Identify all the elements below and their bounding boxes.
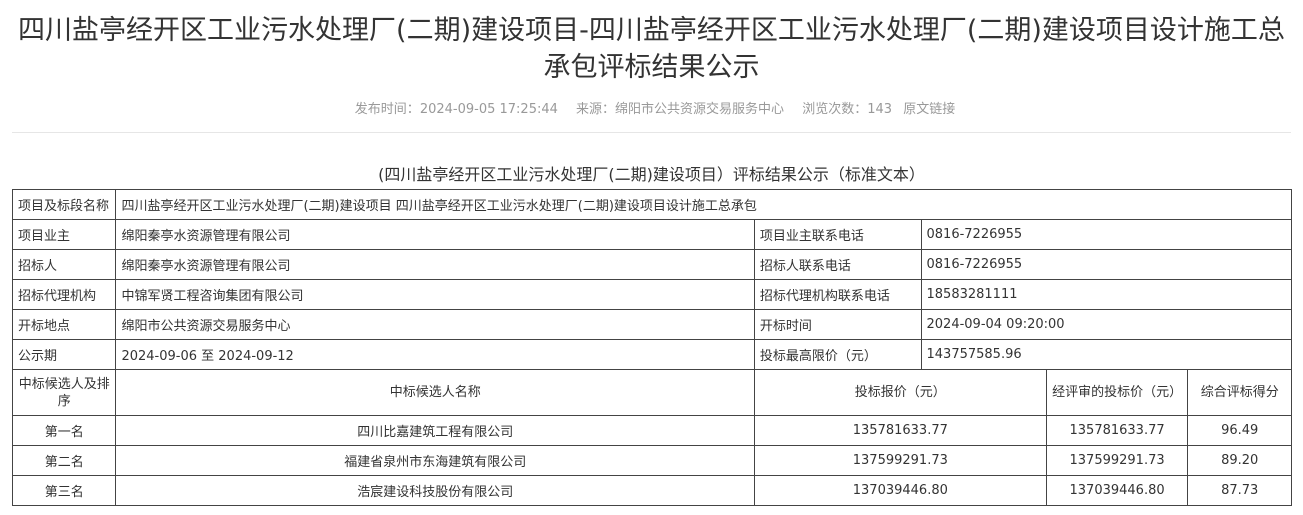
candidate-score: 89.20 [1187, 445, 1292, 476]
candidate-rank: 第一名 [11, 415, 117, 446]
header-reviewed: 经评审的投标价（元） [1045, 369, 1189, 416]
publish-time-value: 2024-09-05 17:25:44 [419, 102, 558, 117]
candidate-header-row: 中标候选人及排序 中标候选人名称 投标报价（元） 经评审的投标价（元） 综合评标得分 [11, 369, 1292, 416]
divider [12, 132, 1291, 133]
candidate-score: 96.49 [1187, 415, 1292, 446]
header-name: 中标候选人名称 [115, 369, 755, 416]
view-count-label: 浏览次数： [802, 102, 868, 117]
table-subtitle: (四川盐亭经开区工业污水处理厂(二期)建设项目）评标结果公示（标准文本） [378, 165, 925, 184]
info-label-2: 开标时间 [753, 309, 922, 340]
page-title: 四川盐亭经开区工业污水处理厂(二期)建设项目-四川盐亭经开区工业污水处理厂(二期… [18, 15, 1285, 83]
info-value-2: 18583281111 [920, 279, 1292, 310]
result-table: 项目及标段名称 四川盐亭经开区工业污水处理厂(二期)建设项目 四川盐亭经开区工业… [11, 189, 1292, 506]
info-label-2: 招标人联系电话 [753, 249, 922, 280]
info-value: 绵阳秦亭水资源管理有限公司 [115, 249, 755, 280]
table-row-info: 项目业主 绵阳秦亭水资源管理有限公司 项目业主联系电话 0816-7226955 [11, 219, 1292, 250]
header-rank: 中标候选人及排序 [11, 369, 117, 416]
info-value-2: 143757585.96 [920, 339, 1292, 370]
candidate-name: 四川比嘉建筑工程有限公司 [115, 415, 755, 446]
info-value: 绵阳市公共资源交易服务中心 [115, 309, 755, 340]
view-count: 浏览次数：143 [802, 102, 892, 117]
candidate-name: 浩宸建设科技股份有限公司 [115, 475, 755, 506]
project-name-label: 项目及标段名称 [11, 189, 117, 220]
candidate-row: 第三名 浩宸建设科技股份有限公司 137039446.80 137039446.80 8… [11, 475, 1292, 506]
table-row-info: 公示期 2024-09-06 至 2024-09-12 投标最高限价（元） 14375… [11, 339, 1292, 370]
info-value: 绵阳秦亭水资源管理有限公司 [115, 219, 755, 250]
source-value: 绵阳市公共资源交易服务中心 [615, 102, 785, 117]
info-label: 开标地点 [11, 309, 117, 340]
project-name-value: 四川盐亭经开区工业污水处理厂(二期)建设项目 四川盐亭经开区工业污水处理厂(二期… [115, 189, 1292, 220]
info-label: 公示期 [11, 339, 117, 370]
table-row-info: 招标代理机构 中锦军贤工程咨询集团有限公司 招标代理机构联系电话 1858328111… [11, 279, 1292, 310]
info-label: 招标代理机构 [11, 279, 117, 310]
info-label-2: 投标最高限价（元） [753, 339, 922, 370]
header-score: 综合评标得分 [1187, 369, 1292, 416]
candidate-reviewed: 137039446.80 [1045, 475, 1189, 506]
candidate-name: 福建省泉州市东海建筑有限公司 [115, 445, 755, 476]
header-bid: 投标报价（元） [753, 369, 1047, 416]
publish-time: 发布时间：2024-09-05 17:25:44 [355, 102, 558, 117]
table-row-project: 项目及标段名称 四川盐亭经开区工业污水处理厂(二期)建设项目 四川盐亭经开区工业… [11, 189, 1292, 220]
candidate-row: 第一名 四川比嘉建筑工程有限公司 135781633.77 135781633.77 9… [11, 415, 1292, 446]
table-row-info: 招标人 绵阳秦亭水资源管理有限公司 招标人联系电话 0816-7226955 [11, 249, 1292, 280]
candidate-bid: 135781633.77 [753, 415, 1047, 446]
article-meta: 发布时间：2024-09-05 17:25:44 来源：绵阳市公共资源交易服务中… [0, 98, 1303, 117]
info-value: 2024-09-06 至 2024-09-12 [115, 339, 755, 370]
candidate-rank: 第三名 [11, 475, 117, 506]
info-label: 招标人 [11, 249, 117, 280]
candidate-row: 第二名 福建省泉州市东海建筑有限公司 137599291.73 137599291.7… [11, 445, 1292, 476]
candidate-bid: 137039446.80 [753, 475, 1047, 506]
info-value-2: 0816-7226955 [920, 219, 1292, 250]
original-link[interactable]: 原文链接 [903, 102, 955, 117]
source-label: 来源： [576, 102, 616, 117]
candidate-bid: 137599291.73 [753, 445, 1047, 476]
source: 来源：绵阳市公共资源交易服务中心 [576, 102, 784, 117]
publish-time-label: 发布时间： [354, 102, 420, 117]
info-value-2: 0816-7226955 [920, 249, 1292, 280]
table-row-info: 开标地点 绵阳市公共资源交易服务中心 开标时间 2024-09-04 09:20:00 [11, 309, 1292, 340]
info-label-2: 招标代理机构联系电话 [753, 279, 922, 310]
candidate-rank: 第二名 [11, 445, 117, 476]
info-label: 项目业主 [11, 219, 117, 250]
candidate-score: 87.73 [1187, 475, 1292, 506]
candidate-reviewed: 137599291.73 [1045, 445, 1189, 476]
candidate-reviewed: 135781633.77 [1045, 415, 1189, 446]
info-value: 中锦军贤工程咨询集团有限公司 [115, 279, 755, 310]
info-label-2: 项目业主联系电话 [753, 219, 922, 250]
view-count-value: 143 [867, 102, 893, 117]
info-value-2: 2024-09-04 09:20:00 [920, 309, 1292, 340]
